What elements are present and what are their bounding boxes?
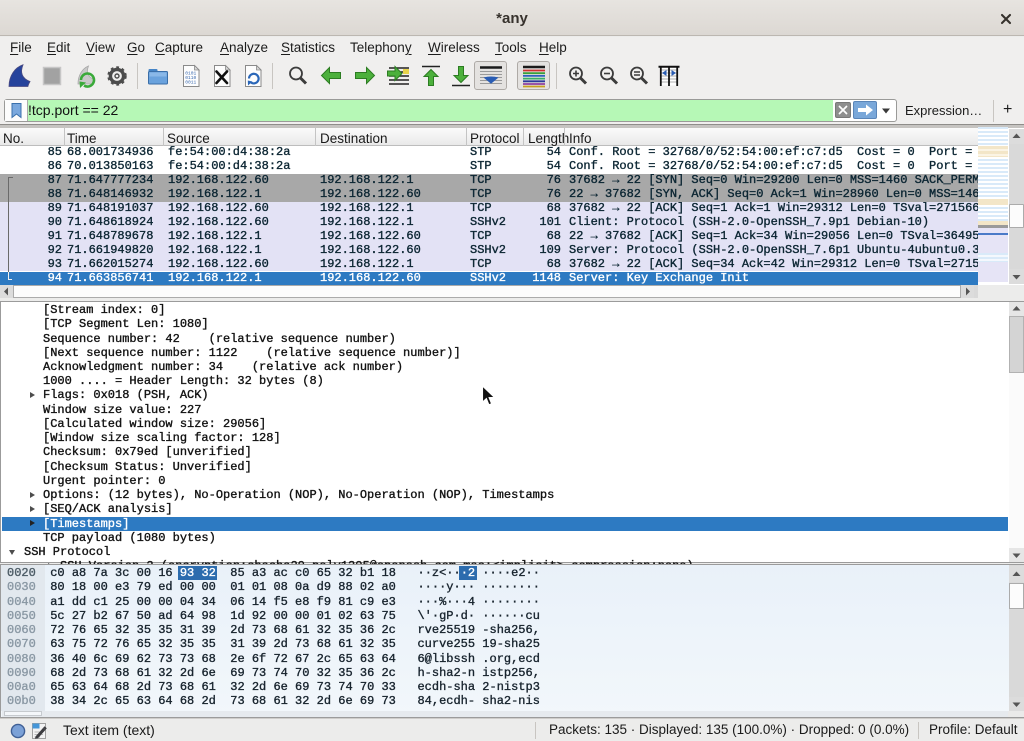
svg-text:0011: 0011 [185, 80, 196, 86]
